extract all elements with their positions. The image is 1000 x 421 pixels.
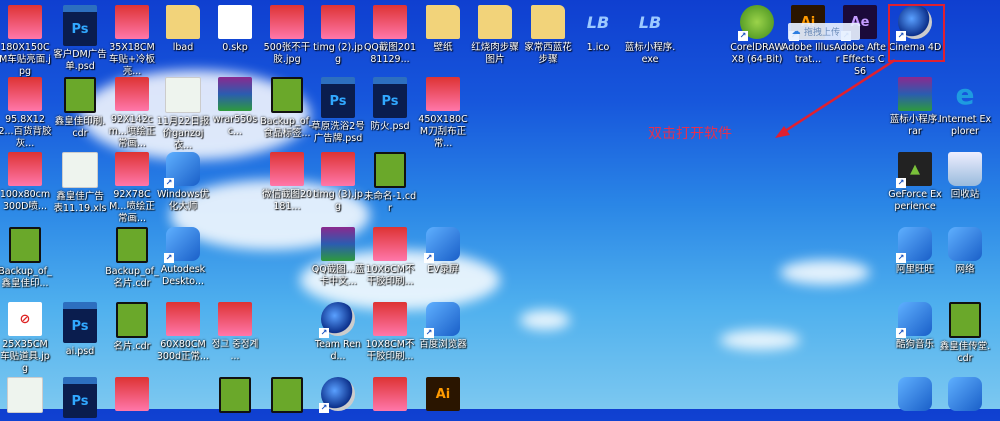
upload-tooltip[interactable]: ☁ 拖拽上传 — [788, 23, 860, 40]
annotation-text: 双击打开软件 — [648, 126, 732, 142]
annotation-arrow-icon — [775, 58, 896, 138]
cloud-upload-icon: ☁ — [791, 26, 801, 37]
tooltip-label: 拖拽上传 — [804, 28, 841, 38]
